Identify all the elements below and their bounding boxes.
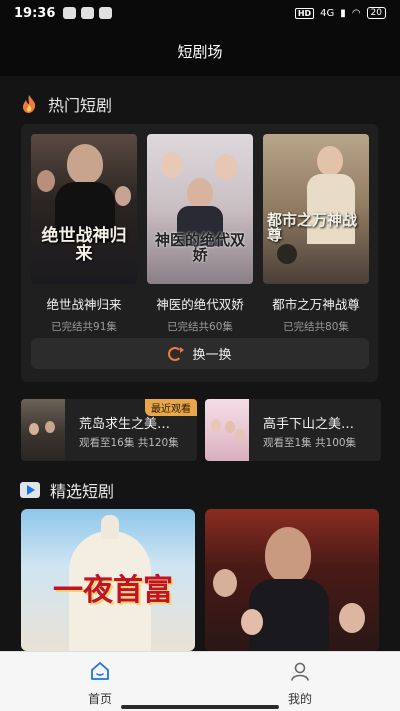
notification-icons bbox=[63, 7, 113, 19]
battery-icon: 20 bbox=[366, 7, 386, 19]
refresh-icon bbox=[168, 346, 185, 361]
status-time: 19:36 bbox=[14, 5, 56, 21]
featured-poster[interactable]: 一夜首富 bbox=[21, 509, 195, 651]
drama-card[interactable]: 都市之万神战尊 都市之万神战尊 已完结共80集 bbox=[263, 134, 369, 334]
drama-episodes: 已完结共91集 bbox=[51, 321, 117, 333]
tiktok-notification-icon bbox=[81, 7, 95, 19]
drama-card[interactable]: 绝世战神归来 绝世战神归来 已完结共91集 bbox=[31, 134, 137, 334]
drama-title: 都市之万神战尊 bbox=[272, 297, 360, 312]
drama-poster[interactable]: 都市之万神战尊 bbox=[263, 134, 369, 284]
featured-poster-title: 一夜首富 bbox=[53, 573, 173, 608]
user-icon bbox=[270, 660, 330, 682]
poster-title: 神医的绝代双娇 bbox=[154, 230, 245, 265]
recent-badge: 最近观看 bbox=[145, 399, 197, 416]
drama-poster[interactable]: 绝世战神归来 bbox=[31, 134, 137, 284]
recent-watch-card[interactable]: 荒岛求生之美… 观看至16集 共120集 最近观看 bbox=[21, 399, 197, 461]
recent-thumbnail bbox=[205, 399, 249, 461]
featured-section-title: 精选短剧 bbox=[50, 482, 115, 501]
message-notification-icon bbox=[99, 7, 113, 19]
drama-episodes: 已完结共80集 bbox=[283, 321, 349, 333]
poster-title: 都市之万神战尊 bbox=[267, 210, 358, 245]
featured-poster[interactable] bbox=[205, 509, 379, 651]
wifi-icon: ◠ bbox=[351, 7, 361, 19]
refresh-label: 换一换 bbox=[192, 348, 232, 363]
status-bar: 19:36 HD 4G ▮ ◠ 20 bbox=[0, 0, 400, 26]
hot-dramas-card: 绝世战神归来 绝世战神归来 已完结共91集 神医的绝代双娇 神医的绝代双娇 已完… bbox=[21, 124, 378, 382]
refresh-button[interactable]: 换一换 bbox=[31, 338, 369, 369]
network-label: 4G bbox=[320, 7, 335, 19]
status-right: HD 4G ▮ ◠ 20 bbox=[294, 7, 386, 19]
drama-poster[interactable]: 神医的绝代双娇 bbox=[147, 134, 253, 284]
recent-thumbnail bbox=[21, 399, 65, 461]
bottom-tab-bar: 首页 我的 bbox=[0, 651, 400, 711]
app-notification-icon bbox=[63, 7, 77, 19]
page-title: 短剧场 bbox=[177, 42, 223, 61]
recent-progress: 观看至16集 共120集 bbox=[79, 437, 179, 449]
signal-icon: ▮ bbox=[340, 7, 346, 19]
drama-card[interactable]: 神医的绝代双娇 神医的绝代双娇 已完结共60集 bbox=[147, 134, 253, 334]
tab-mine-label: 我的 bbox=[287, 692, 312, 706]
recent-progress: 观看至1集 共100集 bbox=[263, 437, 357, 449]
home-indicator bbox=[121, 705, 279, 709]
home-icon bbox=[70, 660, 130, 682]
hot-section-header: 热门短剧 bbox=[20, 92, 112, 116]
poster-title: 绝世战神归来 bbox=[41, 226, 127, 265]
flame-icon bbox=[20, 94, 38, 114]
drama-episodes: 已完结共60集 bbox=[167, 321, 233, 333]
drama-title: 绝世战神归来 bbox=[46, 297, 122, 312]
tab-home[interactable]: 首页 bbox=[70, 660, 130, 707]
tab-mine[interactable]: 我的 bbox=[270, 660, 330, 707]
recent-title: 高手下山之美… bbox=[263, 417, 355, 432]
play-icon bbox=[20, 482, 40, 498]
recent-watch-card[interactable]: 高手下山之美… 观看至1集 共100集 bbox=[205, 399, 381, 461]
hd-icon: HD bbox=[294, 7, 315, 19]
drama-title: 神医的绝代双娇 bbox=[156, 297, 244, 312]
page-header: 短剧场 bbox=[0, 26, 400, 76]
featured-section-header: 精选短剧 bbox=[20, 478, 114, 502]
hot-section-title: 热门短剧 bbox=[48, 96, 113, 115]
